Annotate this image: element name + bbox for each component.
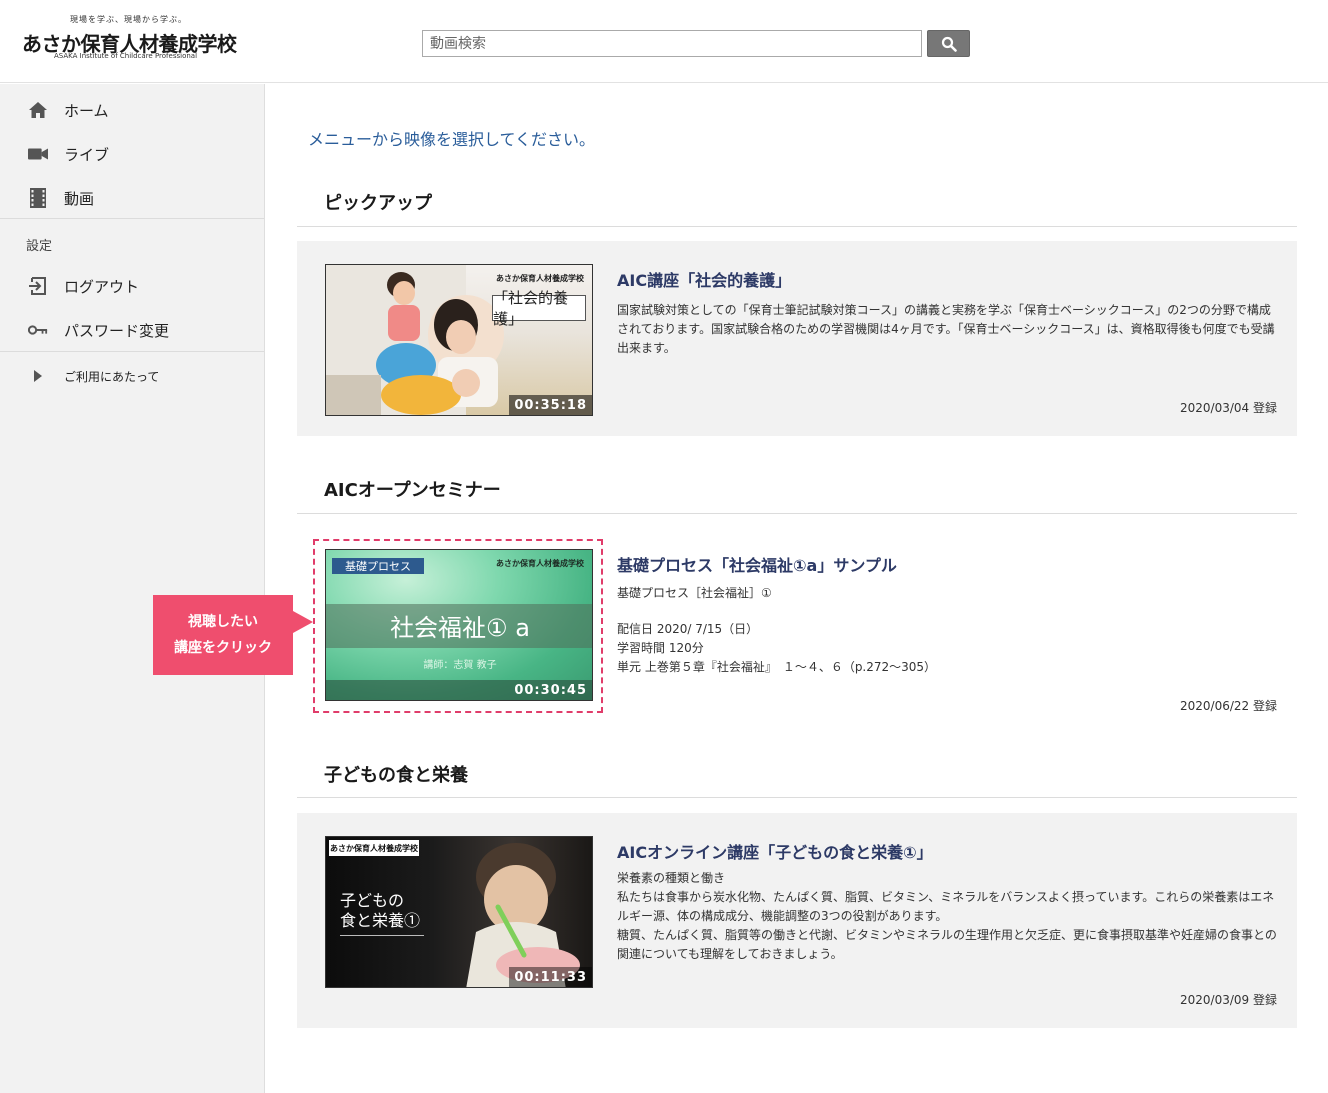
sidebar-item-terms[interactable]: ご利用にあたって bbox=[0, 356, 264, 396]
logo-english: ASAKA Institute of Childcare Professiona… bbox=[54, 52, 198, 60]
video-camera-icon bbox=[28, 144, 48, 164]
video-card[interactable]: あさか保育人材養成学校 「社会的養護」 00:35:18 AIC講座「社会的養護… bbox=[297, 241, 1297, 436]
video-title[interactable]: AIC講座「社会的養護」 bbox=[617, 267, 791, 291]
video-date: 2020/03/09 登録 bbox=[1180, 993, 1277, 1007]
sidebar-item-logout[interactable]: ログアウト bbox=[0, 266, 264, 306]
section-title-food-nutrition: 子どもの食と栄養 bbox=[324, 765, 468, 786]
description-line-spacer bbox=[617, 603, 1277, 620]
sidebar-item-label: パスワード変更 bbox=[64, 321, 170, 340]
header: 現場を学ぶ、現場から学ぶ。 あさか保育人材養成学校 ASAKA Institut… bbox=[0, 0, 1328, 83]
search-input[interactable] bbox=[422, 30, 922, 57]
section-title-seminar: AICオープンセミナー bbox=[324, 480, 501, 501]
sidebar-item-label: ログアウト bbox=[64, 277, 140, 296]
thumbnail-sign: 「社会的養護」 bbox=[492, 289, 586, 328]
video-description: 栄養素の種類と働き 私たちは食事から炭水化物、たんぱく質、脂質、ビタミン、ミネラ… bbox=[617, 869, 1277, 964]
callout-line: 講座をクリック bbox=[174, 640, 272, 656]
description-line: 私たちは食事から炭水化物、たんぱく質、脂質、ビタミン、ミネラルをバランスよく摂っ… bbox=[617, 890, 1275, 923]
callout-line: 視聴したい bbox=[188, 614, 258, 630]
instruction-text: メニューから映像を選択してください。 bbox=[308, 130, 596, 149]
sidebar-item-label: ライブ bbox=[64, 145, 110, 164]
sidebar-divider bbox=[0, 218, 264, 219]
site-logo[interactable]: 現場を学ぶ、現場から学ぶ。 あさか保育人材養成学校 ASAKA Institut… bbox=[22, 14, 242, 64]
video-date: 2020/03/04 登録 bbox=[1180, 401, 1277, 415]
video-description: 国家試験対策としての「保育士筆記試験対策コース」の講義と実務を学ぶ「保育士ベーシ… bbox=[617, 303, 1275, 355]
video-title[interactable]: AICオンライン講座「子どもの食と栄養①」 bbox=[617, 839, 933, 863]
thumbnail-logo: あさか保育人材養成学校 bbox=[329, 840, 419, 856]
video-description: 基礎プロセス［社会福祉］① 配信日 2020/ 7/15（日） 学習時間 120… bbox=[617, 584, 1277, 677]
video-duration: 00:11:33 bbox=[509, 967, 592, 987]
sidebar-item-home[interactable]: ホーム bbox=[0, 90, 264, 130]
sidebar-item-live[interactable]: ライブ bbox=[0, 134, 264, 174]
video-thumbnail[interactable]: あさか保育人材養成学校 「社会的養護」 00:35:18 bbox=[325, 264, 593, 416]
callout-label: 視聴したい 講座をクリック bbox=[153, 595, 293, 675]
video-thumbnail[interactable]: あさか保育人材養成学校 子どもの 食と栄養① 00:11:33 bbox=[325, 836, 593, 988]
key-icon bbox=[28, 320, 48, 340]
film-icon bbox=[28, 188, 48, 208]
description-line: 学習時間 120分 bbox=[617, 641, 704, 655]
sidebar-item-videos[interactable]: 動画 bbox=[0, 178, 264, 218]
video-title[interactable]: 基礎プロセス「社会福祉①a」サンプル bbox=[617, 552, 897, 576]
video-date: 2020/06/22 登録 bbox=[1180, 699, 1277, 713]
thumbnail-title: 子どもの 食と栄養① bbox=[340, 891, 420, 931]
sidebar-item-label: ホーム bbox=[64, 101, 109, 120]
callout-arrow bbox=[293, 611, 313, 633]
section-divider bbox=[297, 797, 1297, 798]
section-divider bbox=[297, 226, 1297, 227]
sidebar-item-change-password[interactable]: パスワード変更 bbox=[0, 310, 264, 350]
sidebar-settings-heading: 設定 bbox=[26, 239, 53, 254]
home-icon bbox=[28, 100, 48, 120]
sidebar: ホーム ライブ 動画 設定 ログアウト パスワード変更 ご利用にあたって bbox=[0, 84, 265, 1093]
sidebar-item-label: 動画 bbox=[64, 189, 95, 208]
description-line: 基礎プロセス［社会福祉］① bbox=[617, 586, 772, 600]
video-duration: 00:35:18 bbox=[509, 395, 592, 415]
sidebar-divider bbox=[0, 351, 264, 352]
sidebar-item-label: ご利用にあたって bbox=[64, 369, 160, 384]
highlight-dashed-box bbox=[313, 539, 603, 713]
logo-tagline: 現場を学ぶ、現場から学ぶ。 bbox=[70, 15, 187, 24]
thumbnail-rule bbox=[340, 935, 424, 936]
thumbnail-logo: あさか保育人材養成学校 bbox=[496, 274, 584, 283]
description-line: 配信日 2020/ 7/15（日） bbox=[617, 622, 759, 636]
description-line: 糖質、たんぱく質、脂質等の働きと代謝、ビタミンやミネラルの生理作用と欠乏症、更に… bbox=[617, 928, 1277, 961]
triangle-right-icon bbox=[28, 366, 48, 386]
section-title-pickup: ピックアップ bbox=[324, 193, 432, 214]
thumbnail-title-line: 食と栄養① bbox=[340, 911, 421, 930]
search-icon bbox=[941, 36, 957, 52]
description-line: 栄養素の種類と働き bbox=[617, 871, 726, 885]
thumbnail-title-line: 子どもの bbox=[340, 891, 405, 910]
description-line: 単元 上巻第５章『社会福祉』 １～４、６（p.272～305） bbox=[617, 660, 937, 674]
search-button[interactable] bbox=[927, 30, 970, 57]
logout-icon bbox=[28, 276, 48, 296]
section-divider bbox=[297, 513, 1297, 514]
video-card[interactable]: あさか保育人材養成学校 子どもの 食と栄養① 00:11:33 AICオンライン… bbox=[297, 813, 1297, 1028]
